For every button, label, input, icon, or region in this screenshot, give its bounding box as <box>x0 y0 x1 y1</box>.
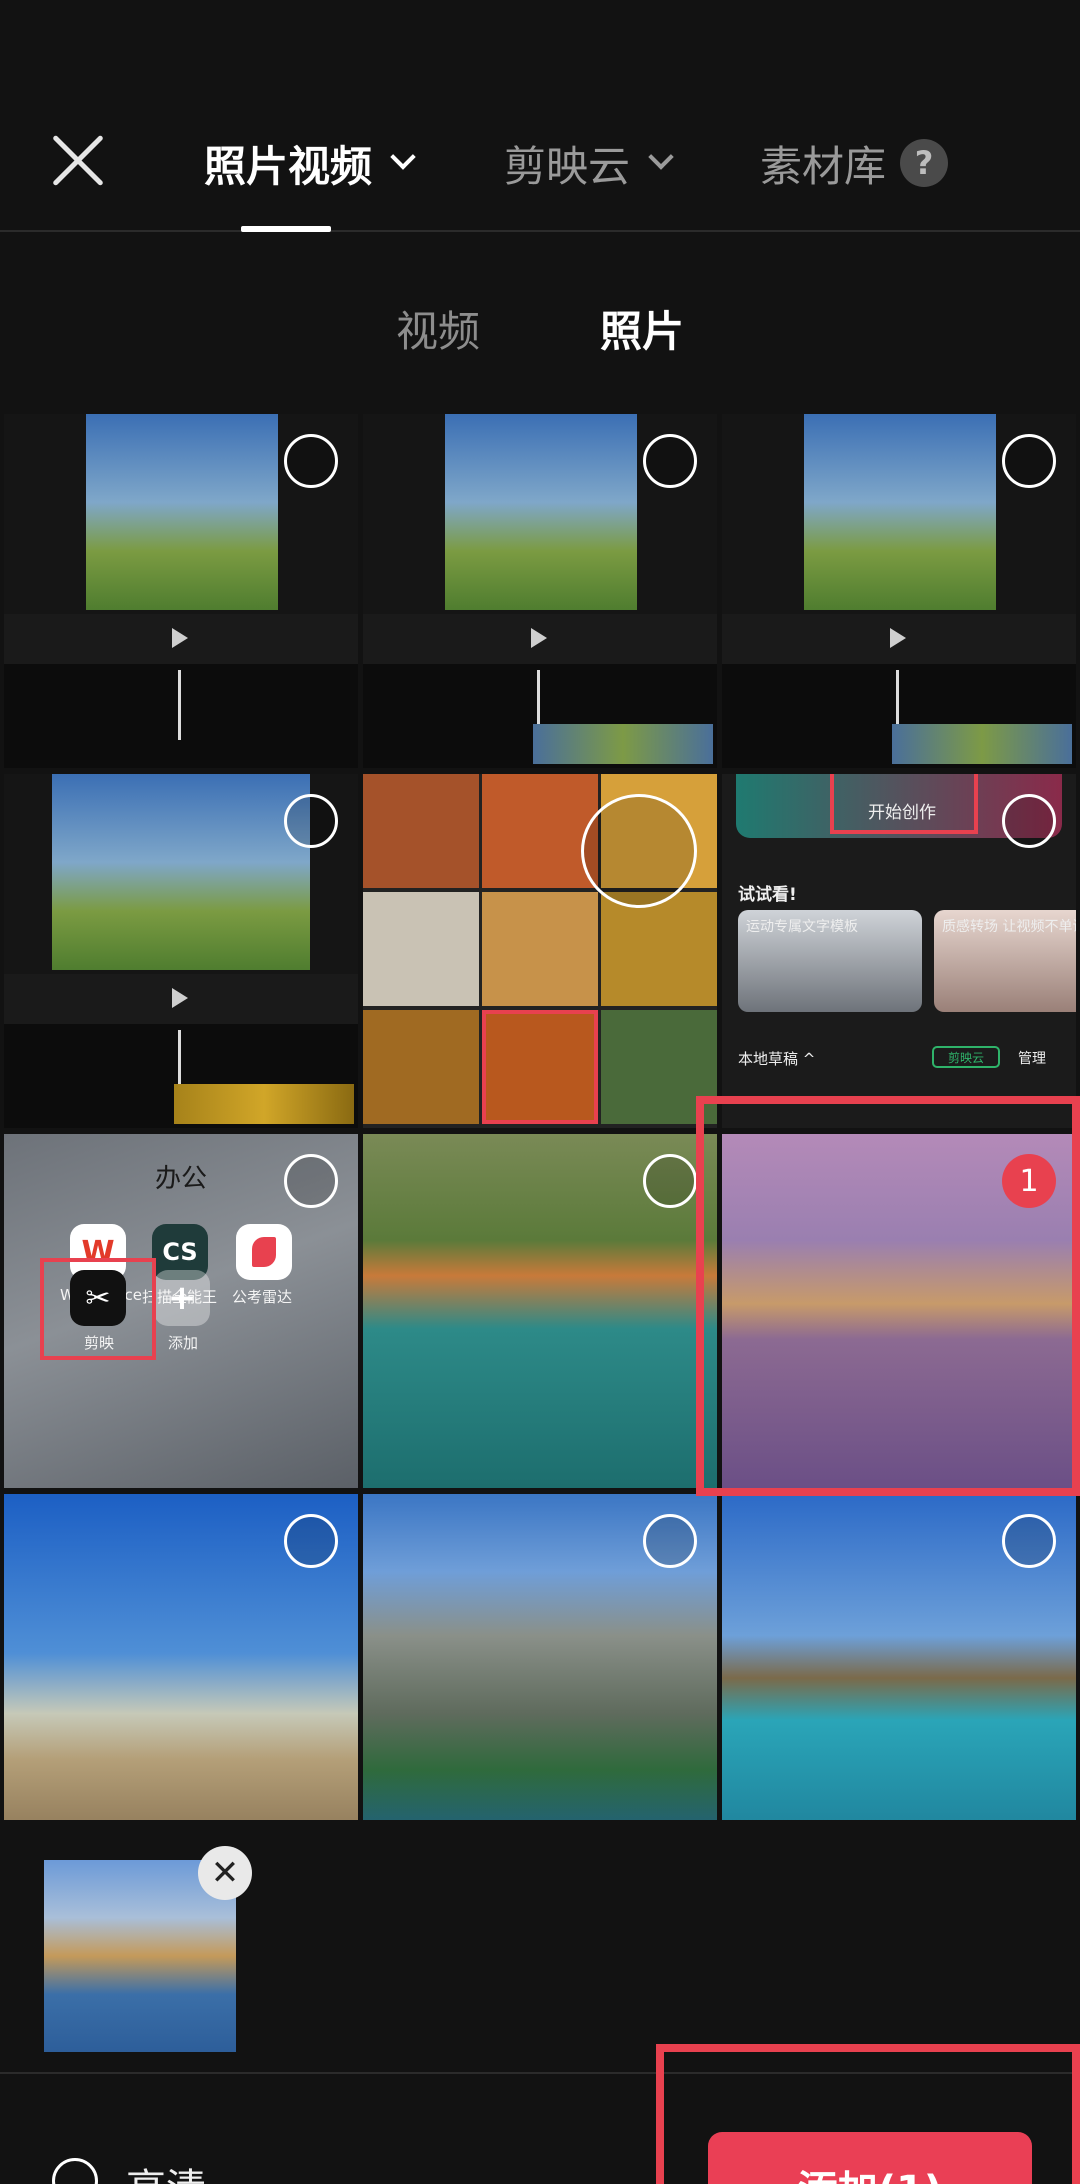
select-circle[interactable] <box>1002 794 1056 848</box>
select-circle[interactable] <box>284 1154 338 1208</box>
play-icon <box>172 988 188 1008</box>
select-circle[interactable] <box>643 1514 697 1568</box>
app-label: 添加 <box>168 1334 199 1352</box>
gongkao-glyph <box>252 1237 276 1267</box>
timeline <box>4 1024 358 1128</box>
media-item-5[interactable] <box>363 774 717 1128</box>
collage-tile <box>601 892 717 1006</box>
media-item-12[interactable] <box>722 1494 1076 1848</box>
play-icon <box>890 628 906 648</box>
plus-icon: + <box>154 1270 210 1326</box>
tab-photos-videos[interactable]: 照片视频 <box>204 133 416 193</box>
select-circle[interactable] <box>284 794 338 848</box>
app-label: 公考雷达 <box>232 1288 293 1306</box>
timeline-clip <box>533 724 713 764</box>
tab-label: 剪映云 <box>504 141 631 191</box>
template-card-label: 运动专属文字模板 <box>746 919 858 935</box>
media-item-3[interactable] <box>722 414 1076 768</box>
timeline <box>363 664 717 768</box>
media-item-6[interactable]: 开始创作 试试看! 运动专属文字模板 质感转场 让视频不单调 本地草稿 ^ 剪映… <box>722 774 1076 1128</box>
play-icon <box>531 628 547 648</box>
timeline-clip <box>892 724 1072 764</box>
tab-jianying-cloud[interactable]: 剪映云 <box>504 133 674 193</box>
collage-tile <box>363 1010 479 1124</box>
collage-tile <box>482 892 598 1006</box>
media-item-1[interactable] <box>4 414 358 768</box>
select-circle[interactable] <box>643 1154 697 1208</box>
template-card-label: 质感转场 让视频不单调 <box>942 919 1076 935</box>
collage-tile <box>482 774 598 888</box>
media-item-10[interactable] <box>4 1494 358 1848</box>
select-circle[interactable] <box>581 794 697 908</box>
media-item-7[interactable]: 办公 W WPS Office CS 扫描全能王 公考雷达 ✂ 剪映 + 添加 <box>4 1134 358 1488</box>
chevron-down-icon <box>390 144 416 170</box>
select-circle[interactable] <box>643 434 697 488</box>
subtab-video[interactable]: 视频 <box>396 298 480 359</box>
thumbnail-image <box>52 774 310 970</box>
selection-highlight-box <box>696 1096 1080 1496</box>
collage-tile <box>482 1010 598 1124</box>
timeline <box>4 664 358 768</box>
remove-icon[interactable]: ✕ <box>198 1846 252 1900</box>
hd-radio[interactable] <box>52 2158 98 2184</box>
thumbnail-image <box>804 414 996 610</box>
close-icon[interactable] <box>48 130 108 190</box>
template-card: 质感转场 让视频不单调 <box>934 910 1076 1012</box>
play-icon <box>172 628 188 648</box>
add-button[interactable]: 添加(1) <box>708 2132 1032 2184</box>
top-bar: 照片视频 剪映云 素材库 ? <box>0 0 1080 232</box>
tab-material-library[interactable]: 素材库 ? <box>760 133 949 193</box>
select-circle[interactable] <box>284 434 338 488</box>
local-drafts-label: 本地草稿 ^ <box>738 1050 816 1068</box>
subtab-photo[interactable]: 照片 <box>600 298 684 359</box>
playhead <box>178 670 181 740</box>
media-item-11[interactable] <box>363 1494 717 1848</box>
tab-label: 素材库 <box>760 141 887 191</box>
media-item-8[interactable] <box>363 1134 717 1488</box>
template-card: 运动专属文字模板 <box>738 910 922 1012</box>
selected-tray: ✕ <box>0 1820 1080 2072</box>
collage-tile <box>363 892 479 1006</box>
select-circle[interactable] <box>1002 434 1056 488</box>
select-circle[interactable] <box>1002 1514 1056 1568</box>
active-tab-indicator <box>241 226 331 232</box>
start-creating-label: 开始创作 <box>868 803 936 823</box>
select-circle[interactable] <box>284 1514 338 1568</box>
timeline-clip <box>174 1084 354 1124</box>
jianying-highlight <box>40 1258 156 1360</box>
chevron-down-icon <box>648 144 674 170</box>
media-item-2[interactable] <box>363 414 717 768</box>
collage-tile <box>363 774 479 888</box>
media-type-tabs: 视频 照片 <box>0 298 1080 358</box>
gongkao-icon <box>236 1224 292 1280</box>
thumbnail-image <box>86 414 278 610</box>
hd-label: 高清 <box>126 2156 206 2184</box>
thumbnail-image <box>445 414 637 610</box>
media-item-4[interactable] <box>4 774 358 1128</box>
timeline <box>722 664 1076 768</box>
try-label: 试试看! <box>738 885 797 905</box>
cloud-pill: 剪映云 <box>932 1046 1000 1068</box>
tab-label: 照片视频 <box>204 141 373 191</box>
help-icon[interactable]: ? <box>900 139 949 187</box>
manage-label: 管理 <box>1018 1051 1046 1067</box>
